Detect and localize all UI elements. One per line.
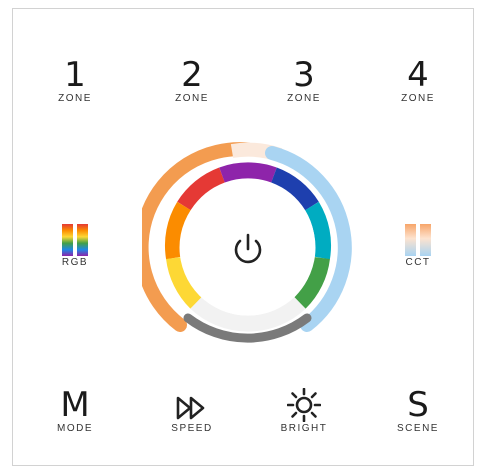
bright-button[interactable]: BRIGHT xyxy=(264,388,344,434)
zone-1-button[interactable]: 1 ZONE xyxy=(35,58,115,104)
fast-forward-icon xyxy=(152,388,232,422)
zone-2-number: 2 xyxy=(181,55,203,95)
rgb-label: RGB xyxy=(61,257,89,268)
bright-label: BRIGHT xyxy=(280,423,328,434)
zone-2-label: ZONE xyxy=(175,93,209,104)
zone-3-button[interactable]: 3 ZONE xyxy=(264,58,344,104)
zone-4-label: ZONE xyxy=(401,93,435,104)
zone-2-button[interactable]: 2 ZONE xyxy=(152,58,232,104)
power-icon[interactable] xyxy=(226,227,270,271)
zone-4-number: 4 xyxy=(407,55,429,95)
speed-button[interactable]: SPEED xyxy=(152,388,232,434)
speed-label: SPEED xyxy=(171,423,213,434)
cct-button[interactable]: CCT xyxy=(378,222,458,268)
zone-1-number: 1 xyxy=(64,55,86,95)
zone-1-label: ZONE xyxy=(58,93,92,104)
scene-label: SCENE xyxy=(397,423,439,434)
zone-3-number: 3 xyxy=(293,55,315,95)
cct-label: CCT xyxy=(405,257,431,268)
cct-stripes-icon xyxy=(378,222,458,256)
zone-3-label: ZONE xyxy=(287,93,321,104)
rgb-stripes-icon xyxy=(35,222,115,256)
zone-4-button[interactable]: 4 ZONE xyxy=(378,58,458,104)
rgb-button[interactable]: RGB xyxy=(35,222,115,268)
mode-button[interactable]: M MODE xyxy=(35,388,115,434)
mode-label: MODE xyxy=(57,423,93,434)
mode-icon: M xyxy=(60,385,90,425)
scene-icon: S xyxy=(407,385,429,425)
sun-icon xyxy=(264,388,344,422)
scene-button[interactable]: S SCENE xyxy=(378,388,458,434)
